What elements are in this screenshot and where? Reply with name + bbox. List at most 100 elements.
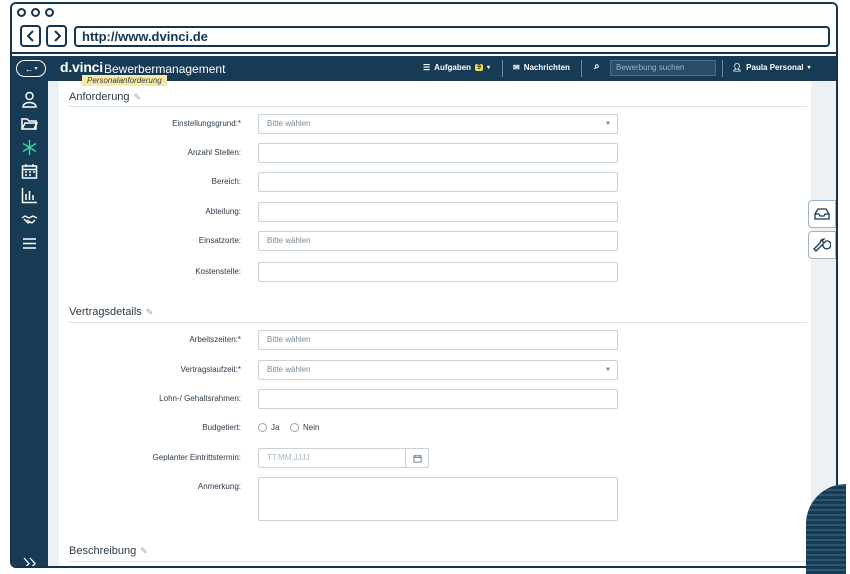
- main-content: Anforderung ✎ Einstellungsgrund:* Bitte …: [48, 81, 836, 566]
- wrench-icon: [813, 238, 831, 252]
- radio-label: Ja: [271, 423, 280, 432]
- bar-chart-icon[interactable]: [21, 187, 38, 204]
- einstellungsgrund-select[interactable]: Bitte wählen ▼: [258, 114, 618, 134]
- anmerkung-textarea[interactable]: [258, 477, 618, 521]
- pencil-icon[interactable]: ✎: [134, 92, 142, 103]
- search-input[interactable]: Bewerbung suchen: [610, 60, 716, 76]
- radio-circle: [258, 423, 267, 432]
- search-icon: ⌕: [594, 61, 600, 72]
- tooltip-personalanforderung: Personalanforderung: [82, 75, 167, 86]
- divider: [581, 60, 582, 77]
- eintrittstermin-input[interactable]: TT.MM.JJJJ: [258, 448, 429, 468]
- select-value: Bitte wählen: [267, 365, 311, 374]
- minimize-dot[interactable]: [31, 8, 40, 17]
- field-label: Budgetiert:: [202, 423, 241, 432]
- app-back-button[interactable]: ← ▾: [16, 60, 46, 77]
- kostenstelle-input[interactable]: [258, 262, 618, 282]
- calendar-icon[interactable]: [21, 163, 38, 180]
- section-anforderung-title: Anforderung ✎: [69, 91, 141, 103]
- field-label: Abteilung:: [205, 207, 241, 216]
- bereich-input[interactable]: [258, 172, 618, 192]
- date-placeholder: TT.MM.JJJJ: [267, 453, 310, 462]
- chevron-left-icon: [26, 30, 34, 42]
- arrow-left-icon: ←: [24, 63, 34, 74]
- chevron-right-icon: [53, 30, 61, 42]
- section-divider: [69, 106, 807, 107]
- messages-menu[interactable]: ✉ Nachrichten: [513, 63, 570, 72]
- envelope-icon: ✉: [513, 63, 520, 72]
- field-placeholder: Bitte wählen: [267, 335, 311, 344]
- expand-icon[interactable]: [21, 555, 38, 566]
- inbox-icon: [814, 208, 830, 220]
- field-label: Anzahl Stellen:: [187, 148, 241, 157]
- user-name: Paula Personal: [746, 63, 804, 72]
- radio-circle: [290, 423, 299, 432]
- task-list-icon: ☰: [423, 63, 431, 72]
- tasks-menu[interactable]: ☰ Aufgaben 9 ▾: [423, 63, 490, 72]
- section-beschreibung-title: Beschreibung ✎: [69, 545, 148, 557]
- abteilung-input[interactable]: [258, 202, 618, 222]
- browser-window: http://www.dvinci.de ← ▾ d.vinci Bewerbe…: [10, 2, 838, 568]
- settings-tool-button[interactable]: [808, 231, 836, 259]
- field-label: Geplanter Eintrittstermin:: [152, 453, 241, 462]
- section-title-text: Vertragsdetails: [69, 306, 142, 318]
- einsatzorte-input[interactable]: Bitte wählen: [258, 231, 618, 251]
- field-label: Vertragslaufzeit:*: [180, 365, 241, 374]
- arbeitszeiten-input[interactable]: Bitte wählen: [258, 330, 618, 350]
- section-title-text: Anforderung: [69, 91, 130, 103]
- brand-subtitle: Bewerbermanagement: [104, 62, 226, 76]
- divider: [502, 60, 503, 77]
- select-value: Bitte wählen: [267, 119, 311, 128]
- user-icon: 👤︎: [732, 63, 743, 72]
- menu-icon[interactable]: [21, 235, 38, 252]
- radio-nein[interactable]: Nein: [290, 423, 319, 432]
- form-panel: Anforderung ✎ Einstellungsgrund:* Bitte …: [59, 81, 811, 566]
- window-controls: [17, 8, 54, 17]
- asterisk-icon[interactable]: [21, 139, 38, 156]
- field-label: Lohn-/ Gehaltsrahmen:: [159, 394, 241, 403]
- address-bar[interactable]: http://www.dvinci.de: [74, 26, 830, 47]
- anzahl-stellen-input[interactable]: [258, 143, 618, 163]
- browser-chrome: http://www.dvinci.de: [12, 4, 836, 54]
- radio-label: Nein: [303, 423, 320, 432]
- calendar-icon: [413, 454, 422, 463]
- back-button[interactable]: [20, 25, 41, 47]
- pencil-icon[interactable]: ✎: [140, 546, 148, 557]
- handshake-icon[interactable]: [21, 211, 38, 228]
- section-divider: [69, 561, 807, 562]
- field-placeholder: Bitte wählen: [267, 236, 311, 245]
- caret-down-icon: ▼: [605, 367, 611, 373]
- section-divider: [69, 322, 807, 323]
- divider: [722, 60, 723, 77]
- pencil-icon[interactable]: ✎: [146, 307, 154, 318]
- brand-logo: d.vinci: [60, 59, 103, 75]
- section-title-text: Beschreibung: [69, 545, 137, 557]
- field-label: Kostenstelle:: [195, 267, 241, 276]
- radio-ja[interactable]: Ja: [258, 423, 279, 432]
- field-label: Einstellungsgrund:*: [172, 119, 241, 128]
- tasks-label: Aufgaben: [434, 63, 472, 72]
- field-label: Arbeitszeiten:*: [189, 335, 241, 344]
- caret-down-icon: ▼: [605, 121, 611, 127]
- section-vertragsdetails-title: Vertragsdetails ✎: [69, 306, 153, 318]
- field-label: Anmerkung:: [197, 482, 241, 491]
- field-label: Einsatzorte:: [198, 236, 241, 245]
- person-icon[interactable]: [21, 91, 38, 108]
- calendar-button[interactable]: [405, 448, 429, 468]
- chevron-down-icon: ▾: [34, 66, 38, 72]
- maximize-dot[interactable]: [45, 8, 54, 17]
- vertragslaufzeit-select[interactable]: Bitte wählen ▼: [258, 360, 618, 380]
- inbox-button[interactable]: [808, 200, 836, 228]
- gehaltsrahmen-input[interactable]: [258, 389, 618, 409]
- forward-button[interactable]: [46, 25, 67, 47]
- chevron-down-icon: ▾: [807, 65, 811, 71]
- user-menu[interactable]: 👤︎ Paula Personal ▾: [732, 63, 811, 72]
- folder-icon[interactable]: [21, 115, 38, 132]
- chevron-down-icon: ▾: [486, 65, 490, 71]
- messages-label: Nachrichten: [523, 63, 570, 72]
- sidebar: [12, 81, 48, 566]
- close-dot[interactable]: [17, 8, 26, 17]
- tasks-count-badge: 9: [475, 64, 483, 71]
- field-label: Bereich:: [211, 177, 241, 186]
- budgetiert-radio-group: Ja Nein: [258, 423, 378, 435]
